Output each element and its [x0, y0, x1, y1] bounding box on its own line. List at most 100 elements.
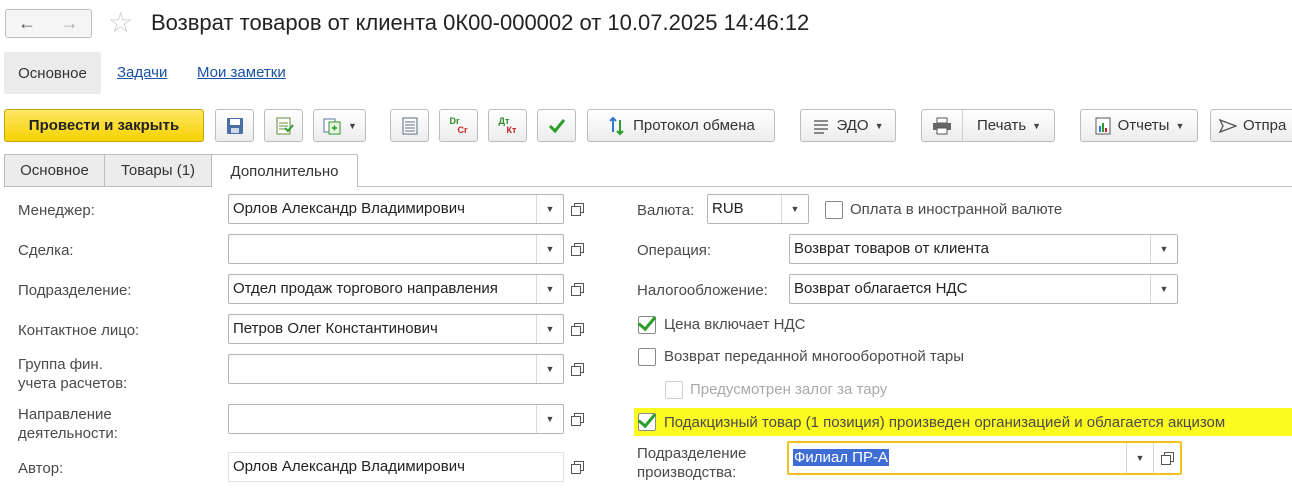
foreign-payment-label: Оплата в иностранной валюте	[850, 201, 1063, 218]
currency-value: RUB	[712, 200, 744, 217]
currency-field[interactable]: RUB ▼	[707, 194, 809, 224]
production-dept-value: Филиал ПР-А	[793, 449, 889, 466]
create-based-on-icon	[322, 116, 342, 136]
packaging-deposit-label: Предусмотрен залог за тару	[690, 381, 888, 398]
fin-group-field[interactable]: ▼	[228, 354, 564, 384]
chevron-down-icon[interactable]: ▼	[536, 235, 563, 263]
chevron-down-icon[interactable]: ▼	[1150, 275, 1177, 303]
send-label: Отпра	[1243, 117, 1287, 134]
author-open-button[interactable]	[564, 452, 590, 482]
direction-open-button[interactable]	[564, 404, 590, 434]
open-window-icon	[571, 461, 584, 474]
chevron-down-icon[interactable]: ▼	[781, 195, 808, 223]
contact-open-button[interactable]	[564, 314, 590, 344]
author-field: Орлов Александр Владимирович	[228, 452, 564, 482]
save-icon	[226, 117, 244, 135]
reports-button[interactable]: Отчеты ▼	[1080, 109, 1198, 142]
create-based-on-button[interactable]: ▼	[313, 109, 366, 142]
report-icon	[1094, 117, 1112, 135]
dr-cr-postings-button[interactable]: Dr Cr	[439, 109, 478, 142]
open-window-icon	[571, 203, 584, 216]
chevron-down-icon[interactable]: ▼	[536, 275, 563, 303]
production-dept-open-button[interactable]	[1154, 443, 1180, 473]
manager-value: Орлов Александр Владимирович	[233, 200, 465, 217]
topnav-tasks-link[interactable]: Задачи	[117, 64, 167, 81]
returnable-packaging-checkbox[interactable]	[638, 348, 656, 366]
arrow-right-icon: →	[60, 13, 79, 33]
check-button[interactable]	[537, 109, 576, 142]
taxation-value: Возврат облагается НДС	[794, 280, 968, 297]
open-window-icon	[571, 283, 584, 296]
deal-open-button[interactable]	[564, 234, 590, 264]
post-button[interactable]	[264, 109, 303, 142]
production-dept-label-line2: производства:	[637, 464, 737, 481]
taxation-label: Налогообложение:	[637, 282, 768, 299]
exchange-icon	[607, 116, 627, 136]
checkmark-icon	[548, 118, 566, 134]
exchange-log-button[interactable]: Протокол обмена	[587, 109, 775, 142]
checkmark-icon	[637, 311, 657, 332]
open-window-icon	[571, 243, 584, 256]
dropdown-caret-icon: ▼	[1032, 120, 1042, 131]
arrow-left-icon: ←	[18, 13, 36, 33]
back-button[interactable]: ←	[5, 9, 49, 38]
production-dept-field[interactable]: Филиал ПР-А ▼	[787, 441, 1182, 475]
reports-label: Отчеты	[1117, 117, 1170, 134]
dropdown-caret-icon: ▼	[348, 120, 357, 131]
tab-goods[interactable]: Товары (1)	[104, 154, 212, 186]
taxation-field[interactable]: Возврат облагается НДС ▼	[789, 274, 1178, 304]
fin-group-open-button[interactable]	[564, 354, 590, 384]
tab-main[interactable]: Основное	[4, 154, 105, 186]
chevron-down-icon[interactable]: ▼	[1150, 235, 1177, 263]
post-and-close-button[interactable]: Провести и закрыть	[4, 109, 204, 142]
manager-field[interactable]: Орлов Александр Владимирович ▼	[228, 194, 564, 224]
excise-goods-label: Подакцизный товар (1 позиция) произведен…	[664, 414, 1226, 431]
tabs-divider	[4, 186, 1292, 187]
deal-field[interactable]: ▼	[228, 234, 564, 264]
post-document-icon	[274, 116, 294, 136]
topnav-notes-link[interactable]: Мои заметки	[197, 64, 286, 81]
send-icon	[1219, 118, 1237, 134]
print-button[interactable]: Печать ▼	[921, 109, 1055, 142]
author-label: Автор:	[18, 460, 64, 477]
fin-group-label-line2: учета расчетов:	[18, 375, 128, 392]
edo-label: ЭДО	[836, 117, 869, 134]
author-value: Орлов Александр Владимирович	[233, 458, 465, 475]
department-open-button[interactable]	[564, 274, 590, 304]
dt-kt-icon: Дт Кт	[499, 116, 517, 135]
tab-additional[interactable]: Дополнительно	[211, 154, 358, 187]
dropdown-caret-icon: ▼	[874, 120, 884, 131]
save-button[interactable]	[215, 109, 254, 142]
dt-kt-postings-button[interactable]: Дт Кт	[488, 109, 527, 142]
send-button[interactable]: Отпра	[1210, 109, 1292, 142]
packaging-deposit-checkbox	[665, 381, 683, 399]
manager-open-button[interactable]	[564, 194, 590, 224]
direction-field[interactable]: ▼	[228, 404, 564, 434]
dropdown-caret-icon: ▼	[1175, 120, 1185, 131]
forward-button[interactable]: →	[48, 9, 92, 38]
document-structure-button[interactable]	[390, 109, 429, 142]
price-incl-vat-checkbox[interactable]	[637, 311, 657, 334]
price-incl-vat-label: Цена включает НДС	[664, 316, 806, 333]
chevron-down-icon[interactable]: ▼	[536, 315, 563, 343]
open-window-icon	[571, 413, 584, 426]
contact-field[interactable]: Петров Олег Константинович ▼	[228, 314, 564, 344]
chevron-down-icon[interactable]: ▼	[536, 405, 563, 433]
printer-icon	[922, 110, 963, 141]
returnable-packaging-label: Возврат переданной многооборотной тары	[664, 348, 965, 365]
edo-button[interactable]: ЭДО ▼	[800, 109, 896, 142]
foreign-payment-checkbox[interactable]	[825, 201, 843, 219]
chevron-down-icon[interactable]: ▼	[1126, 443, 1154, 473]
open-window-icon	[571, 363, 584, 376]
favorite-star-icon[interactable]: ☆	[108, 8, 133, 38]
exchange-log-label: Протокол обмена	[633, 117, 755, 134]
topnav-main[interactable]: Основное	[4, 52, 101, 94]
currency-label: Валюта:	[637, 202, 695, 219]
chevron-down-icon[interactable]: ▼	[536, 195, 563, 223]
chevron-down-icon[interactable]: ▼	[536, 355, 563, 383]
open-window-icon	[571, 323, 584, 336]
operation-field[interactable]: Возврат товаров от клиента ▼	[789, 234, 1178, 264]
excise-goods-checkbox[interactable]	[637, 408, 657, 431]
department-field[interactable]: Отдел продаж торгового направления ▼	[228, 274, 564, 304]
fin-group-label-line1: Группа фин.	[18, 356, 103, 373]
